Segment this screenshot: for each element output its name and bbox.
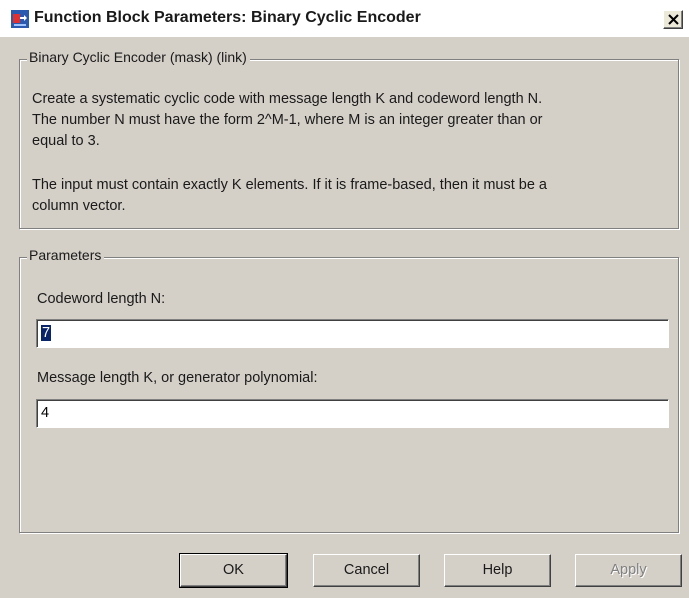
window-title: Function Block Parameters: Binary Cyclic… — [34, 9, 421, 26]
help-button[interactable]: Help — [444, 554, 551, 587]
description-line-3: equal to 3. — [32, 133, 100, 149]
simulink-block-icon — [11, 10, 29, 28]
message-length-value: 4 — [41, 405, 50, 421]
dialog-window: Function Block Parameters: Binary Cyclic… — [0, 0, 689, 598]
message-length-input[interactable]: 4 — [36, 399, 669, 428]
message-length-label: Message length K, or generator polynomia… — [37, 370, 318, 386]
close-button[interactable] — [663, 10, 683, 29]
close-icon — [668, 14, 679, 25]
title-bar[interactable]: Function Block Parameters: Binary Cyclic… — [0, 0, 689, 37]
codeword-length-label: Codeword length N: — [37, 291, 166, 307]
ok-button[interactable]: OK — [179, 553, 288, 588]
codeword-length-value: 7 — [41, 325, 52, 341]
cancel-button[interactable]: Cancel — [313, 554, 420, 587]
description-line-5: column vector. — [32, 198, 126, 214]
description-group-legend: Binary Cyclic Encoder (mask) (link) — [27, 49, 250, 65]
description-line-4: The input must contain exactly K element… — [32, 177, 547, 193]
parameters-group-legend: Parameters — [27, 247, 105, 263]
description-line-2: The number N must have the form 2^M-1, w… — [32, 112, 543, 128]
codeword-length-input[interactable]: 7 — [36, 319, 669, 348]
description-line-1: Create a systematic cyclic code with mes… — [32, 91, 543, 107]
apply-button[interactable]: Apply — [575, 554, 682, 587]
